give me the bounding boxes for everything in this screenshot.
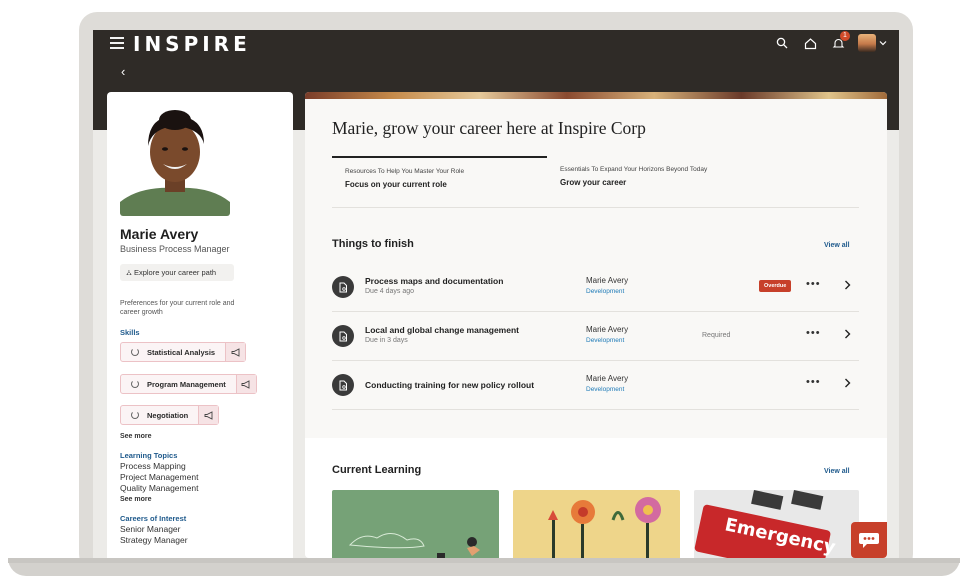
megaphone-icon[interactable]	[225, 343, 246, 361]
chevron-right-icon[interactable]	[844, 378, 851, 388]
preferences-text: Preferences for your current role and ca…	[120, 300, 235, 316]
profile-photo	[120, 104, 230, 216]
learning-topics-label: Learning Topics	[120, 451, 178, 460]
skills-see-more-link[interactable]: See more	[120, 433, 152, 440]
more-actions-icon[interactable]: •••	[806, 278, 821, 290]
decorative-banner	[305, 92, 887, 99]
skill-chip-program-management[interactable]: Program Management	[120, 374, 257, 394]
department-link[interactable]: Development	[586, 288, 624, 295]
learning-topic: Project Management	[120, 472, 199, 482]
things-to-finish-title: Things to finish	[332, 238, 414, 250]
progress-icon	[131, 380, 139, 388]
page-title: Marie, grow your career here at Inspire …	[332, 118, 646, 138]
document-icon	[332, 276, 354, 298]
career-item: Senior Manager	[120, 524, 181, 534]
learning-card-thumbnail[interactable]: Emergency	[694, 490, 859, 558]
avatar	[857, 34, 876, 52]
tab-current-role[interactable]: Resources To Help You Master Your Role F…	[332, 156, 547, 198]
department-link[interactable]: Development	[586, 337, 624, 344]
chevron-right-icon[interactable]	[844, 280, 851, 290]
explore-career-button[interactable]: ⛼ Explore your career path	[120, 264, 234, 281]
department-link[interactable]: Development	[586, 386, 624, 393]
career-item: Strategy Manager	[120, 535, 188, 545]
careers-label: Careers of Interest	[120, 514, 187, 523]
chevron-down-icon	[879, 41, 886, 46]
menu-icon[interactable]	[110, 37, 124, 49]
view-all-tasks-link[interactable]: View all	[824, 242, 850, 249]
task-row[interactable]: Local and global change management Due i…	[332, 312, 859, 361]
profile-name: Marie Avery	[120, 226, 199, 242]
status-badge: Overdue	[759, 280, 792, 292]
megaphone-icon[interactable]	[198, 406, 219, 424]
home-icon[interactable]	[801, 34, 819, 52]
app-screen: INSPIRE ‹ 1 Marie Avery Business Process…	[93, 30, 899, 558]
task-row[interactable]: Conducting training for new policy rollo…	[332, 361, 859, 410]
megaphone-icon[interactable]	[235, 375, 256, 393]
app-logo[interactable]: INSPIRE	[133, 32, 251, 56]
search-icon[interactable]	[773, 34, 791, 52]
document-icon	[332, 325, 354, 347]
more-actions-icon[interactable]: •••	[806, 376, 821, 388]
topics-see-more-link[interactable]: See more	[120, 496, 152, 503]
laptop-base	[8, 558, 960, 576]
learning-topic: Quality Management	[120, 483, 199, 493]
progress-icon	[131, 348, 139, 356]
notification-badge: 1	[840, 31, 850, 41]
career-tabs: Resources To Help You Master Your Role F…	[332, 156, 859, 208]
user-menu[interactable]	[857, 34, 887, 52]
task-row[interactable]: Process maps and documentation Due 4 day…	[332, 263, 859, 312]
document-icon	[332, 374, 354, 396]
chat-icon	[859, 533, 879, 548]
profile-card: Marie Avery Business Process Manager ⛼ E…	[107, 92, 293, 558]
skills-label: Skills	[120, 328, 140, 337]
view-all-learning-link[interactable]: View all	[824, 468, 850, 475]
learning-topic: Process Mapping	[120, 461, 186, 471]
more-actions-icon[interactable]: •••	[806, 327, 821, 339]
skill-chip-negotiation[interactable]: Negotiation	[120, 405, 220, 425]
chevron-right-icon[interactable]	[844, 329, 851, 339]
main-content: Marie, grow your career here at Inspire …	[305, 92, 887, 558]
career-path-icon: ⛼	[126, 268, 134, 277]
chat-button[interactable]	[851, 522, 887, 558]
current-learning-title: Current Learning	[332, 464, 422, 476]
status-label: Required	[702, 332, 731, 339]
back-icon[interactable]: ‹	[121, 64, 125, 79]
profile-role: Business Process Manager	[120, 244, 230, 254]
tab-grow-career[interactable]: Essentials To Expand Your Horizons Beyon…	[547, 156, 787, 198]
skill-chip-statistical-analysis[interactable]: Statistical Analysis	[120, 342, 247, 362]
progress-icon	[131, 411, 139, 419]
notifications-icon[interactable]: 1	[829, 31, 850, 52]
learning-card-thumbnail[interactable]	[513, 490, 680, 558]
learning-card-thumbnail[interactable]	[332, 490, 499, 558]
